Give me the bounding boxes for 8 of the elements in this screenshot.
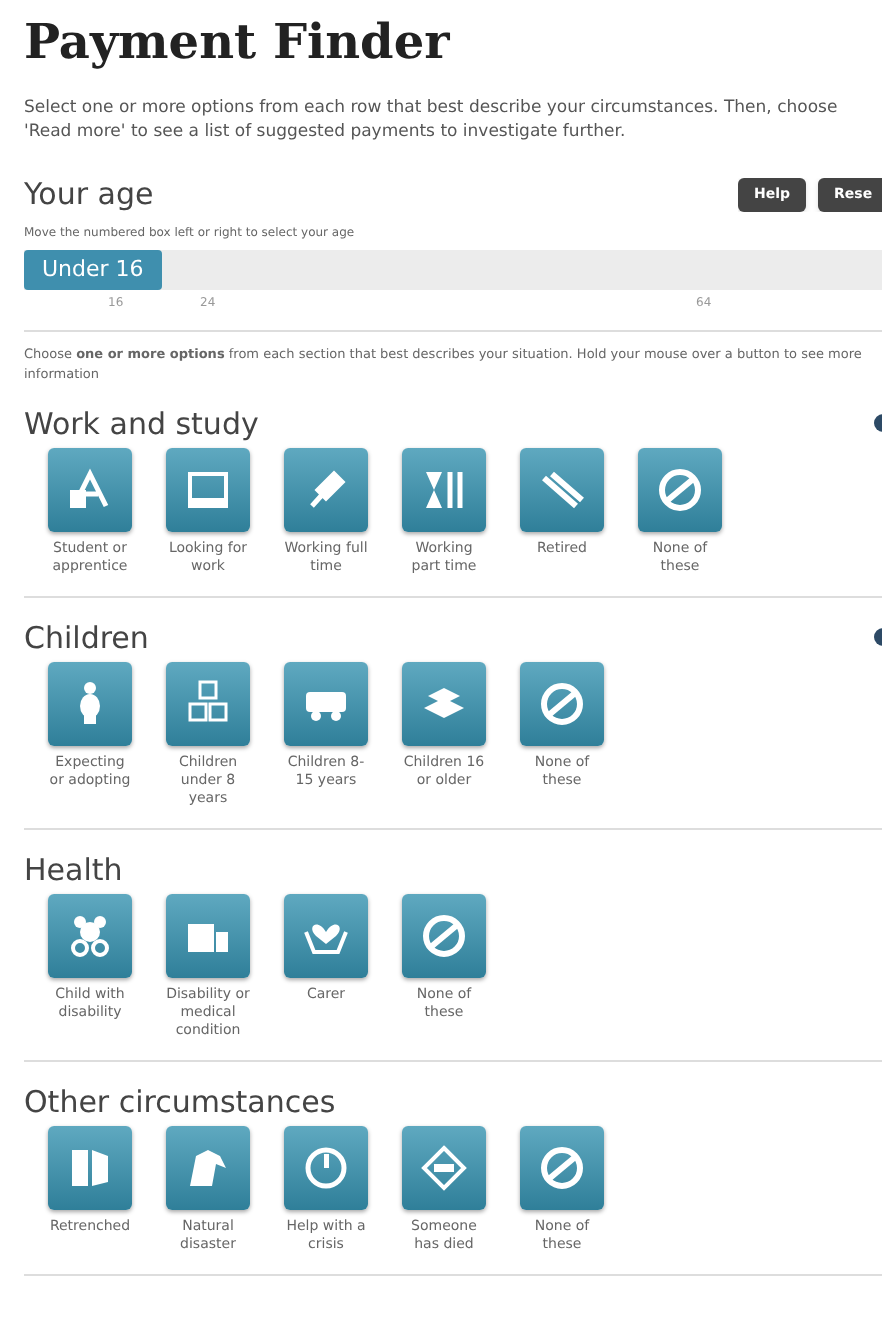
section-heading: Children — [24, 617, 151, 657]
page-title: Payment Finder — [24, 12, 452, 72]
slider-handle[interactable]: Under 16 — [24, 249, 162, 289]
section-heading: Your age — [24, 174, 156, 216]
section-heading: Other circumstances — [24, 1081, 338, 1121]
section-heading: Health — [24, 849, 125, 889]
section-heading: Work and study — [24, 403, 261, 443]
intro-text: Select one or more options from each row that best describe your circumstances. Then, choose 'Read more' to see a list of suggested payments to investigate further. — [24, 96, 840, 144]
